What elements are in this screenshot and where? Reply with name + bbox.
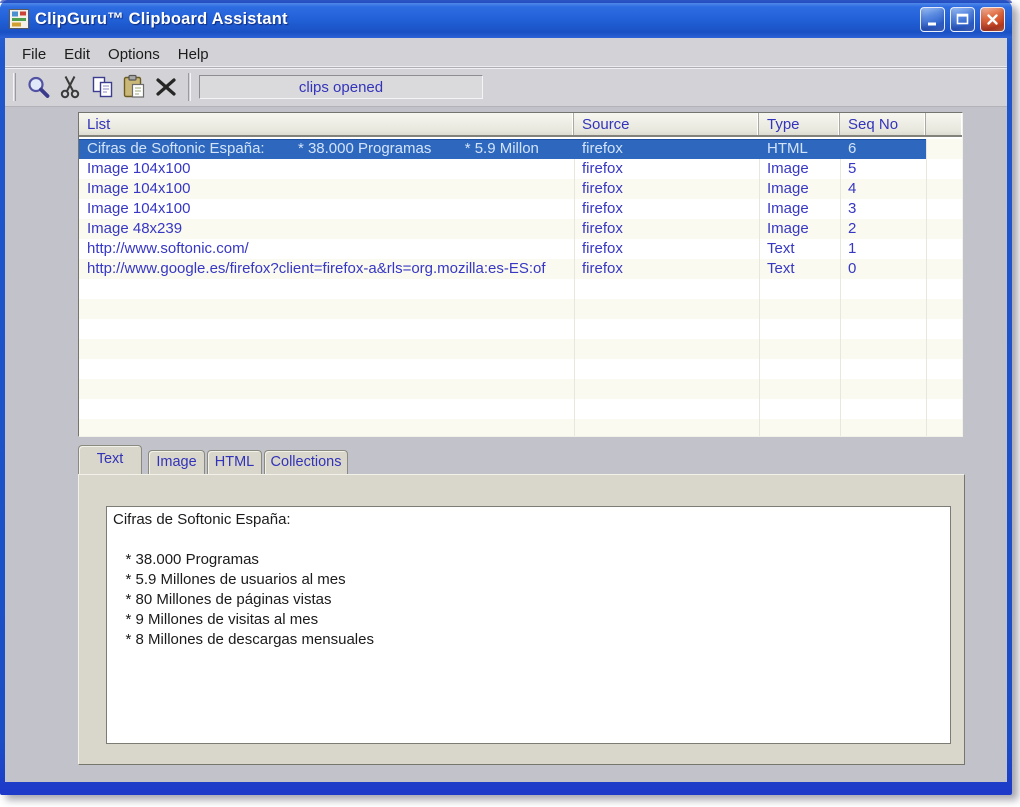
tab-html[interactable]: HTML: [207, 450, 262, 474]
search-button[interactable]: [22, 71, 54, 103]
cut-icon: [60, 76, 80, 99]
table-row[interactable]: Image 104x100 firefox Image 5: [79, 159, 926, 179]
delete-icon: [156, 78, 176, 96]
cell-type: Image: [767, 180, 809, 197]
cell-type: Image: [767, 220, 809, 237]
cell-type: Image: [767, 160, 809, 177]
menu-file[interactable]: File: [13, 43, 55, 66]
cell-source: firefox: [582, 260, 623, 277]
cell-source: firefox: [582, 160, 623, 177]
table-row[interactable]: Image 104x100 firefox Image 3: [79, 199, 926, 219]
cell-seqno: 2: [848, 220, 857, 237]
client-area: File Edit Options Help clips opened List…: [5, 38, 1007, 782]
column-header-blank: [926, 113, 962, 135]
toolbar-separator: [188, 73, 191, 101]
text-tab-panel: Cifras de Softonic España: * 38.000 Prog…: [78, 474, 965, 765]
column-header-list[interactable]: List: [79, 113, 574, 135]
column-header-seqno[interactable]: Seq No: [840, 113, 926, 135]
cell-source: firefox: [582, 200, 623, 217]
tab-text[interactable]: Text: [78, 445, 142, 474]
cell-seqno: 0: [848, 260, 857, 277]
cell-type: Text: [767, 260, 795, 277]
tab-collections[interactable]: Collections: [264, 450, 348, 474]
clip-text-content[interactable]: Cifras de Softonic España: * 38.000 Prog…: [106, 506, 951, 744]
minimize-button[interactable]: [920, 6, 945, 32]
screenshot-root: ClipGuru™ Clipboard Assistant File Edit …: [0, 0, 1020, 807]
cell-list: http://www.google.es/firefox?client=fire…: [87, 260, 546, 277]
cell-source: firefox: [582, 240, 623, 257]
cell-source: firefox: [582, 180, 623, 197]
window-title: ClipGuru™ Clipboard Assistant: [35, 9, 288, 28]
search-icon: [27, 76, 49, 98]
menu-options[interactable]: Options: [99, 43, 169, 66]
title-bar[interactable]: ClipGuru™ Clipboard Assistant: [0, 0, 1012, 38]
menu-help[interactable]: Help: [169, 43, 218, 66]
cell-source: firefox: [582, 140, 623, 157]
status-text: clips opened: [298, 78, 384, 96]
minimize-icon: [928, 22, 936, 25]
cut-button[interactable]: [54, 71, 86, 103]
window-controls: [920, 6, 1005, 32]
paste-button[interactable]: [118, 71, 150, 103]
maximize-icon: [956, 13, 969, 24]
menu-edit[interactable]: Edit: [55, 43, 99, 66]
toolbar-grip: [13, 73, 16, 101]
cell-list: Image 104x100: [87, 200, 191, 217]
copy-button[interactable]: [86, 71, 118, 103]
gridline: [926, 139, 927, 436]
cell-list: Image 104x100: [87, 160, 191, 177]
close-icon: [987, 13, 998, 25]
table-row[interactable]: Cifras de Softonic España: * 38.000 Prog…: [79, 139, 926, 159]
list-body[interactable]: Cifras de Softonic España: * 38.000 Prog…: [79, 139, 962, 436]
cell-list: Image 48x239: [87, 220, 183, 237]
table-row[interactable]: Image 48x239 firefox Image 2: [79, 219, 926, 239]
cell-source: firefox: [582, 220, 623, 237]
list-header: List Source Type Seq No: [79, 113, 962, 137]
column-header-type[interactable]: Type: [759, 113, 840, 135]
toolbar: clips opened: [5, 68, 1007, 107]
cell-list: Image 104x100: [87, 180, 191, 197]
delete-button[interactable]: [150, 71, 182, 103]
table-row[interactable]: Image 104x100 firefox Image 4: [79, 179, 926, 199]
cell-seqno: 4: [848, 180, 857, 197]
cell-type: Text: [767, 240, 795, 257]
cell-type: Image: [767, 200, 809, 217]
cell-seqno: 6: [848, 140, 857, 157]
tab-strip: Text Image HTML Collections: [78, 445, 350, 474]
close-button[interactable]: [980, 6, 1005, 32]
app-window: ClipGuru™ Clipboard Assistant File Edit …: [0, 0, 1012, 795]
cell-seqno: 5: [848, 160, 857, 177]
copy-icon: [92, 76, 112, 97]
paste-icon: [123, 74, 145, 98]
cell-list: Cifras de Softonic España: * 38.000 Prog…: [87, 140, 539, 157]
menu-bar: File Edit Options Help: [5, 38, 1007, 68]
column-header-source[interactable]: Source: [574, 113, 759, 135]
cell-list: http://www.softonic.com/: [87, 240, 249, 257]
cell-seqno: 3: [848, 200, 857, 217]
maximize-button[interactable]: [950, 6, 975, 32]
table-row[interactable]: http://www.google.es/firefox?client=fire…: [79, 259, 926, 279]
cell-type: HTML: [767, 140, 808, 157]
clip-list: List Source Type Seq No Cifras de Softon…: [78, 112, 963, 437]
app-icon[interactable]: [9, 9, 29, 29]
cell-seqno: 1: [848, 240, 857, 257]
tab-image[interactable]: Image: [148, 450, 205, 474]
status-box: clips opened: [199, 75, 483, 99]
table-row[interactable]: http://www.softonic.com/ firefox Text 1: [79, 239, 926, 259]
